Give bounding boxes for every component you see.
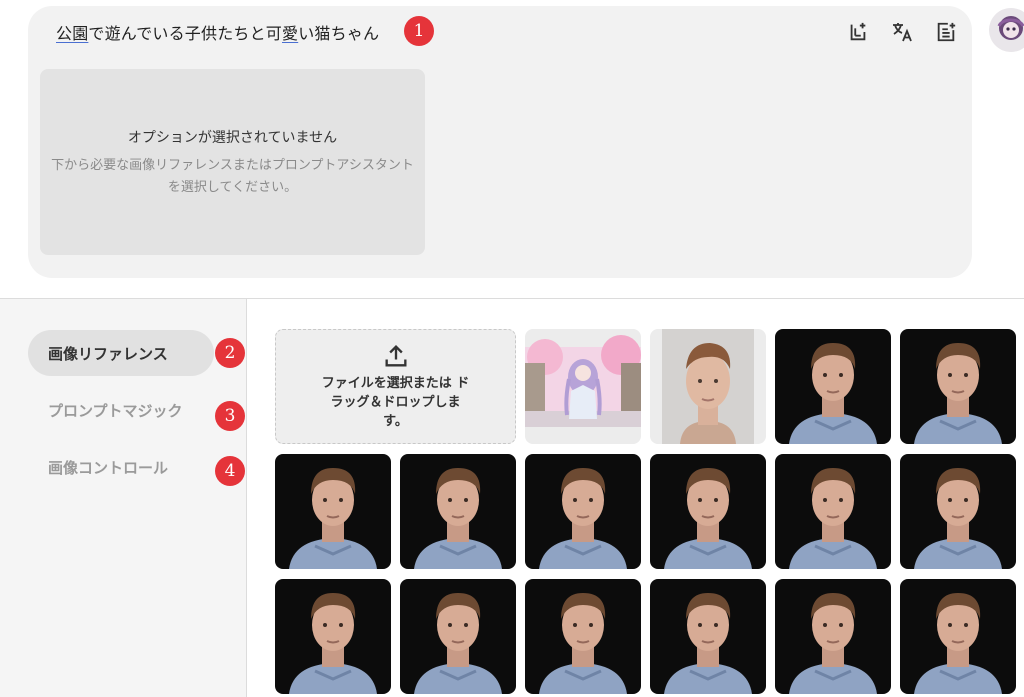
reference-thumbnail-portrait[interactable] <box>650 454 766 569</box>
reference-thumbnail-portrait[interactable] <box>900 329 1016 444</box>
reference-thumbnail-portrait[interactable] <box>775 579 891 694</box>
step-badge-3: 3 <box>215 401 245 431</box>
reference-thumbnail-portrait[interactable] <box>275 579 391 694</box>
reference-thumbnail-portrait[interactable] <box>400 579 516 694</box>
prompt-text-segment: 公園 <box>56 24 89 43</box>
reference-thumbnail-portrait[interactable] <box>650 579 766 694</box>
sidebar-item-label: 画像コントロール <box>48 458 169 477</box>
selected-option-placeholder: オプションが選択されていません 下から必要な画像リファレンスまたはプロンプトアシ… <box>40 69 425 255</box>
placeholder-title: オプションが選択されていません <box>127 130 338 146</box>
upload-icon <box>382 342 410 370</box>
step-badge-2: 2 <box>215 338 245 368</box>
reference-thumbnail-portrait[interactable] <box>400 454 516 569</box>
reference-thumbnail-anime[interactable] <box>525 329 641 444</box>
reference-thumbnail-portrait[interactable] <box>275 454 391 569</box>
add-image-icon[interactable] <box>846 20 870 44</box>
prompt-text-segment: 愛 <box>282 24 299 43</box>
prompt-panel: 公園で遊んでいる子供たちと可愛い猫ちゃん 1 オプションが選択されていません 下… <box>28 6 972 278</box>
upload-label: ファイルを選択または ドラッグ＆ドロップします。 <box>321 376 470 429</box>
reference-thumbnail-portrait[interactable] <box>525 579 641 694</box>
upload-dropzone[interactable]: ファイルを選択または ドラッグ＆ドロップします。 <box>275 329 516 444</box>
placeholder-description: 下から必要な画像リファレンスまたはプロンプトアシスタントを選択してください。 <box>51 158 414 195</box>
translate-icon[interactable] <box>890 20 914 44</box>
reference-thumbnail-portrait[interactable] <box>900 579 1016 694</box>
reference-thumbnail-portrait[interactable] <box>650 329 766 444</box>
reference-thumbnail-portrait[interactable] <box>775 454 891 569</box>
prompt-input[interactable]: 公園で遊んでいる子供たちと可愛い猫ちゃん <box>56 20 379 44</box>
sidebar-item-label: プロンプトマジック <box>48 401 183 420</box>
sidebar-item-image-control[interactable]: 画像コントロール <box>28 444 214 490</box>
add-note-icon[interactable] <box>934 20 958 44</box>
user-avatar[interactable] <box>989 8 1024 52</box>
reference-thumbnail-portrait[interactable] <box>525 454 641 569</box>
reference-thumbnail-portrait[interactable] <box>775 329 891 444</box>
sidebar-item-label: 画像リファレンス <box>48 344 168 363</box>
reference-thumbnail-portrait[interactable] <box>900 454 1016 569</box>
step-badge-1: 1 <box>404 16 434 46</box>
step-badge-4: 4 <box>215 456 245 486</box>
image-reference-grid: ファイルを選択または ドラッグ＆ドロップします。 <box>247 299 1024 697</box>
sidebar-item-image-reference[interactable]: 画像リファレンス <box>28 330 214 376</box>
option-sidebar: 画像リファレンス プロンプトマジック 画像コントロール 2 3 4 <box>0 299 246 697</box>
prompt-text-segment: で遊んでいる子供たちと可 <box>88 24 283 43</box>
sidebar-item-prompt-magic[interactable]: プロンプトマジック <box>28 387 214 433</box>
prompt-text-segment: い猫ちゃん <box>298 24 380 43</box>
prompt-toolbar <box>846 20 958 44</box>
